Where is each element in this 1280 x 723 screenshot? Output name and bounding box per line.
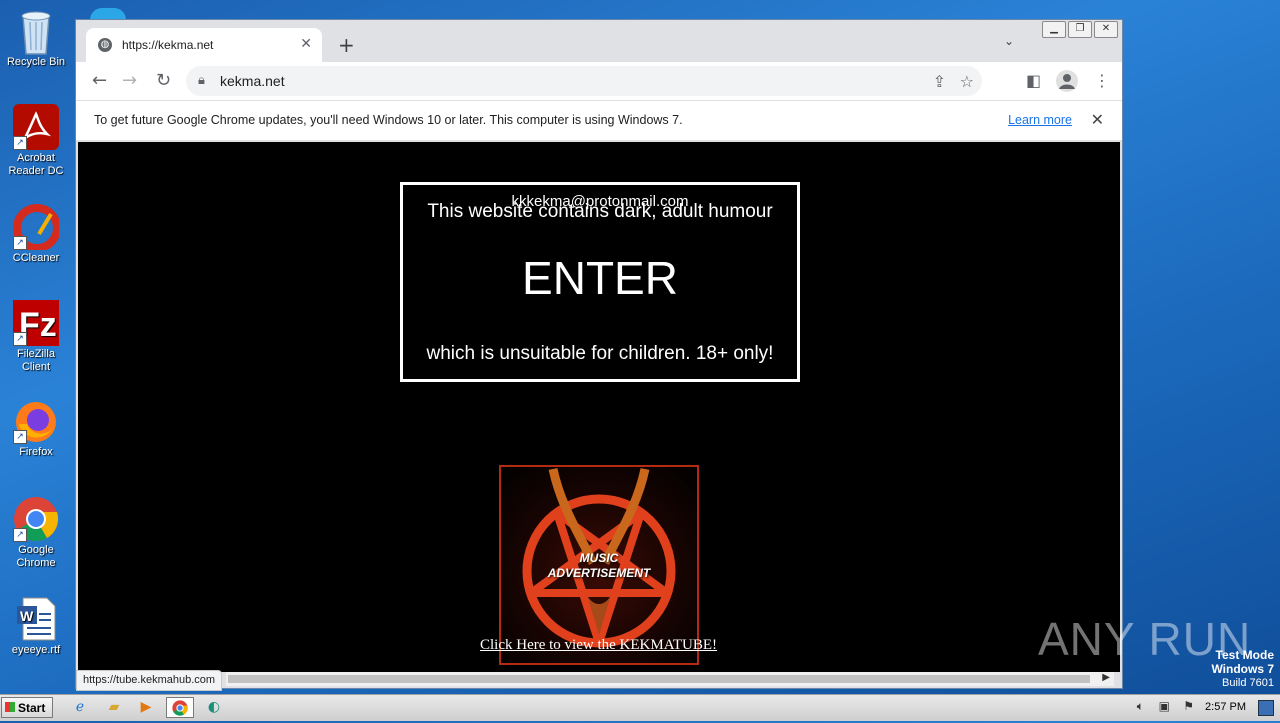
tab-strip: ◍ https://kekma.net ✕ + ⌄	[76, 20, 1122, 62]
forward-arrow-icon[interactable]: →	[122, 70, 137, 91]
build-label: Build 7601	[1222, 677, 1274, 689]
tray-speaker-icon[interactable]: 🔈︎	[1137, 699, 1144, 714]
tab-search-chevron-icon[interactable]: ⌄	[1004, 34, 1014, 48]
firefox-icon: ↗	[13, 398, 59, 444]
tab-title: https://kekma.net	[122, 38, 214, 52]
infobar-close-icon[interactable]: ✕	[1091, 110, 1104, 129]
chrome-window: ▁ ❐ ✕ ◍ https://kekma.net ✕ + ⌄ ← → ↻ 🔒︎…	[75, 19, 1123, 691]
show-desktop-icon[interactable]	[1258, 700, 1274, 716]
promo-label-line-1: MUSIC	[579, 551, 619, 565]
chrome-icon: ↗	[13, 496, 59, 542]
desktop-icon-label: FileZilla Client	[17, 348, 55, 373]
lock-icon[interactable]: 🔒︎	[198, 73, 205, 88]
ccleaner-icon: ↗	[13, 204, 61, 252]
bookmark-star-icon[interactable]: ☆	[960, 72, 974, 91]
promo-label-line-2: ADVERTISEMENT	[547, 566, 651, 580]
reload-icon[interactable]: ↻	[156, 70, 171, 91]
os-label: Windows 7	[1211, 662, 1274, 676]
acrobat-icon: ↗	[13, 104, 59, 150]
taskbar-edge-icon[interactable]: ◐	[200, 697, 228, 718]
share-icon[interactable]: ⇪	[933, 72, 946, 91]
desktop-icon-chrome[interactable]: ↗ Google Chrome	[2, 496, 70, 570]
music-advertisement-banner[interactable]: MUSIC ADVERTISEMENT	[499, 465, 699, 665]
recycle-bin-icon	[13, 8, 59, 55]
taskbar: Start ℯ ▰ ▶ ◐ 🔈︎ ▣ ⚑ 2:57 PM	[0, 694, 1280, 721]
taskbar-media-player-icon[interactable]: ▶	[132, 697, 160, 718]
desktop-icon-ccleaner[interactable]: ↗ CCleaner	[2, 204, 70, 265]
promo-label: MUSIC ADVERTISEMENT	[501, 551, 697, 581]
desktop-icon-eyeeye-rtf[interactable]: W eyeeye.rtf	[2, 596, 70, 657]
tab-close-icon[interactable]: ✕	[300, 36, 312, 52]
kebab-menu-icon[interactable]: ⋮	[1094, 71, 1110, 90]
back-arrow-icon[interactable]: ←	[92, 70, 107, 91]
desktop-icon-acrobat[interactable]: ↗ Acrobat Reader DC	[2, 104, 70, 178]
address-bar[interactable]: 🔒︎ kekma.net ⇪ ☆	[186, 66, 982, 96]
warning-line-2: which is unsuitable for children. 18+ on…	[426, 343, 774, 364]
enter-button[interactable]: ENTER	[403, 251, 797, 305]
kekmatube-link[interactable]: Click Here to view the KEKMATUBE!	[480, 637, 717, 654]
globe-icon: ◍	[98, 38, 112, 52]
word-document-icon: W	[13, 596, 59, 642]
update-infobar: To get future Google Chrome updates, you…	[76, 100, 1122, 141]
infobar-message: To get future Google Chrome updates, you…	[94, 113, 683, 127]
desktop-icon-label: Google Chrome	[16, 544, 56, 569]
desktop-icon-filezilla[interactable]: Fz ↗ FileZilla Client	[2, 300, 70, 374]
enter-box[interactable]: kkkekma@protonmail.com This website cont…	[400, 182, 800, 382]
svg-text:W: W	[20, 608, 34, 624]
desktop-icon-recycle-bin[interactable]: Recycle Bin	[2, 8, 70, 69]
horizontal-scrollbar[interactable]: ▶	[226, 672, 1114, 686]
tray-network-icon[interactable]: ▣	[1159, 699, 1170, 713]
test-mode-label: Test Mode	[1215, 648, 1274, 662]
address-text[interactable]: kekma.net	[220, 73, 285, 89]
side-panel-icon[interactable]: ◧	[1026, 71, 1041, 90]
desktop-icon-label: Firefox	[19, 446, 53, 458]
desktop-icon-firefox[interactable]: ↗ Firefox	[2, 398, 70, 459]
learn-more-link[interactable]: Learn more	[1008, 113, 1072, 127]
windows-flag-icon	[5, 702, 15, 712]
tray-flag-icon[interactable]: ⚑	[1183, 699, 1194, 713]
page-viewport: kkkekma@protonmail.com This website cont…	[78, 142, 1120, 672]
taskbar-clock[interactable]: 2:57 PM	[1205, 701, 1246, 713]
taskbar-chrome-icon[interactable]	[166, 697, 194, 718]
scrollbar-thumb[interactable]	[228, 675, 1090, 683]
desktop-icon-label: eyeeye.rtf	[11, 644, 61, 656]
start-label: Start	[18, 701, 46, 715]
status-url-bubble: https://tube.kekmahub.com	[76, 670, 223, 691]
tab-kekma[interactable]: ◍ https://kekma.net ✕	[86, 28, 322, 62]
profile-avatar-icon[interactable]	[1056, 70, 1078, 92]
desktop-icon-label: Acrobat Reader DC	[8, 152, 64, 177]
taskbar-ie-icon[interactable]: ℯ	[66, 697, 94, 718]
new-tab-button[interactable]: +	[338, 33, 355, 57]
test-mode-notice: Test Mode Windows 7 Build 7601	[1211, 648, 1274, 690]
start-button[interactable]: Start	[1, 697, 53, 718]
scroll-right-arrow-icon[interactable]: ▶	[1102, 672, 1110, 683]
taskbar-explorer-folder-icon[interactable]: ▰	[100, 697, 128, 718]
desktop-icon-label: CCleaner	[12, 252, 60, 264]
filezilla-icon: Fz ↗	[13, 300, 59, 346]
browser-toolbar: ← → ↻ 🔒︎ kekma.net ⇪ ☆ ◧ ⋮	[76, 62, 1122, 100]
warning-line-1: This website contains dark, adult humour	[427, 201, 773, 222]
